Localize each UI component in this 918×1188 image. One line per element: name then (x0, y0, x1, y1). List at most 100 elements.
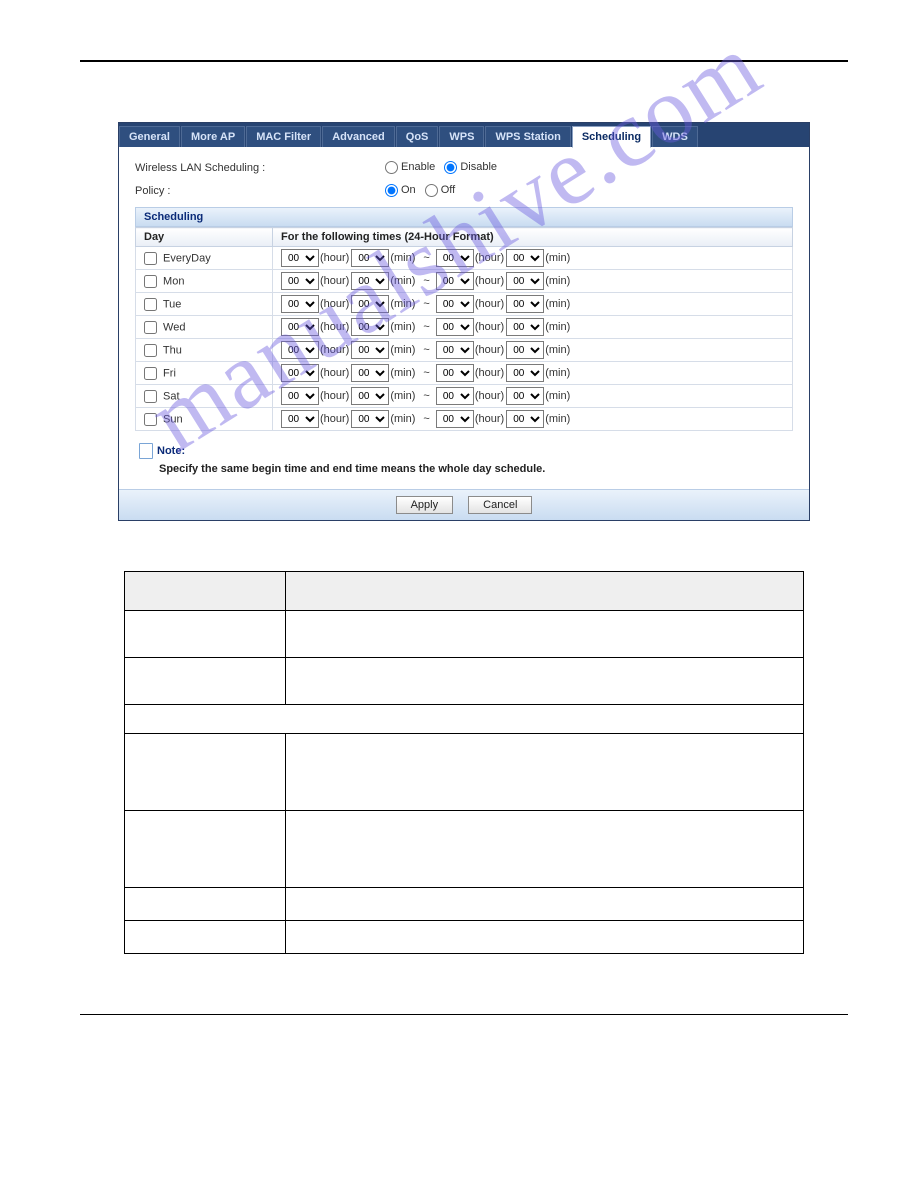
time-select[interactable]: 00 (506, 387, 544, 405)
tab-scheduling[interactable]: Scheduling (572, 126, 651, 148)
on-radio-wrapper[interactable]: On (385, 184, 416, 196)
scheduling-section-title: Scheduling (135, 207, 793, 227)
table-row (286, 734, 804, 811)
time-select[interactable]: 00 (351, 272, 389, 290)
on-radio[interactable] (385, 184, 398, 197)
table-row (125, 705, 804, 734)
tab-wps[interactable]: WPS (439, 126, 484, 147)
day-name: EveryDay (160, 252, 211, 264)
day-name: Fri (160, 367, 176, 379)
tab-general[interactable]: General (119, 126, 180, 147)
day-checkbox[interactable] (144, 275, 157, 288)
day-checkbox[interactable] (144, 298, 157, 311)
time-select[interactable]: 00 (436, 364, 474, 382)
day-checkbox[interactable] (144, 321, 157, 334)
time-select[interactable]: 00 (506, 272, 544, 290)
table-row (125, 611, 286, 658)
disable-radio-wrapper[interactable]: Disable (444, 161, 497, 173)
unit-label: (min) (390, 275, 415, 287)
off-radio-wrapper[interactable]: Off (425, 184, 455, 196)
unit-label: (min) (390, 367, 415, 379)
time-separator: ~ (423, 298, 429, 310)
tab-wps-station[interactable]: WPS Station (485, 126, 570, 147)
router-panel: GeneralMore APMAC FilterAdvancedQoSWPSWP… (118, 122, 810, 521)
apply-button[interactable]: Apply (396, 496, 454, 514)
note-title: Note: (157, 445, 185, 457)
time-select[interactable]: 00 (506, 295, 544, 313)
day-checkbox[interactable] (144, 367, 157, 380)
time-cell: 00(hour)00(min)~00(hour)00(min) (273, 247, 793, 270)
time-select[interactable]: 00 (351, 341, 389, 359)
unit-label: (hour) (475, 298, 504, 310)
time-select[interactable]: 00 (351, 387, 389, 405)
table-row (286, 658, 804, 705)
time-select[interactable]: 00 (506, 364, 544, 382)
tab-more-ap[interactable]: More AP (181, 126, 245, 147)
time-cell: 00(hour)00(min)~00(hour)00(min) (273, 270, 793, 293)
time-select[interactable]: 00 (351, 410, 389, 428)
unit-label: (hour) (475, 344, 504, 356)
button-bar: Apply Cancel (119, 489, 809, 520)
day-cell: Sun (136, 408, 273, 431)
desc-header-desc (286, 572, 804, 611)
time-select[interactable]: 00 (506, 249, 544, 267)
enable-radio[interactable] (385, 161, 398, 174)
on-label: On (401, 184, 416, 196)
tab-advanced[interactable]: Advanced (322, 126, 395, 147)
off-radio[interactable] (425, 184, 438, 197)
disable-radio[interactable] (444, 161, 457, 174)
time-select[interactable]: 00 (281, 249, 319, 267)
day-checkbox[interactable] (144, 390, 157, 403)
time-select[interactable]: 00 (281, 410, 319, 428)
time-select[interactable]: 00 (436, 341, 474, 359)
table-row (125, 658, 286, 705)
time-separator: ~ (423, 275, 429, 287)
time-select[interactable]: 00 (436, 410, 474, 428)
time-separator: ~ (423, 367, 429, 379)
time-select[interactable]: 00 (281, 272, 319, 290)
day-cell: Tue (136, 293, 273, 316)
enable-radio-wrapper[interactable]: Enable (385, 161, 435, 173)
day-cell: Wed (136, 316, 273, 339)
day-name: Wed (160, 321, 185, 333)
day-checkbox[interactable] (144, 344, 157, 357)
cancel-button[interactable]: Cancel (468, 496, 532, 514)
time-select[interactable]: 00 (281, 318, 319, 336)
table-row (125, 888, 286, 921)
unit-label: (hour) (320, 390, 349, 402)
unit-label: (min) (390, 344, 415, 356)
time-select[interactable]: 00 (281, 341, 319, 359)
unit-label: (hour) (320, 321, 349, 333)
time-select[interactable]: 00 (436, 318, 474, 336)
time-select[interactable]: 00 (436, 387, 474, 405)
day-checkbox[interactable] (144, 252, 157, 265)
day-cell: EveryDay (136, 247, 273, 270)
table-row (286, 811, 804, 888)
day-header: Day (136, 228, 273, 247)
time-select[interactable]: 00 (506, 318, 544, 336)
time-select[interactable]: 00 (436, 295, 474, 313)
time-select[interactable]: 00 (351, 318, 389, 336)
time-cell: 00(hour)00(min)~00(hour)00(min) (273, 385, 793, 408)
time-select[interactable]: 00 (351, 295, 389, 313)
time-select[interactable]: 00 (436, 272, 474, 290)
unit-label: (hour) (475, 390, 504, 402)
day-checkbox[interactable] (144, 413, 157, 426)
tab-mac-filter[interactable]: MAC Filter (246, 126, 321, 147)
unit-label: (hour) (475, 252, 504, 264)
time-select[interactable]: 00 (281, 295, 319, 313)
time-separator: ~ (423, 390, 429, 402)
time-select[interactable]: 00 (351, 364, 389, 382)
tab-qos[interactable]: QoS (396, 126, 439, 147)
description-table (124, 571, 804, 954)
time-select[interactable]: 00 (506, 341, 544, 359)
tab-wds[interactable]: WDS (652, 126, 698, 147)
unit-label: (min) (545, 298, 570, 310)
time-select[interactable]: 00 (281, 387, 319, 405)
time-select[interactable]: 00 (436, 249, 474, 267)
time-cell: 00(hour)00(min)~00(hour)00(min) (273, 408, 793, 431)
time-select[interactable]: 00 (281, 364, 319, 382)
time-select[interactable]: 00 (506, 410, 544, 428)
unit-label: (min) (545, 413, 570, 425)
time-select[interactable]: 00 (351, 249, 389, 267)
